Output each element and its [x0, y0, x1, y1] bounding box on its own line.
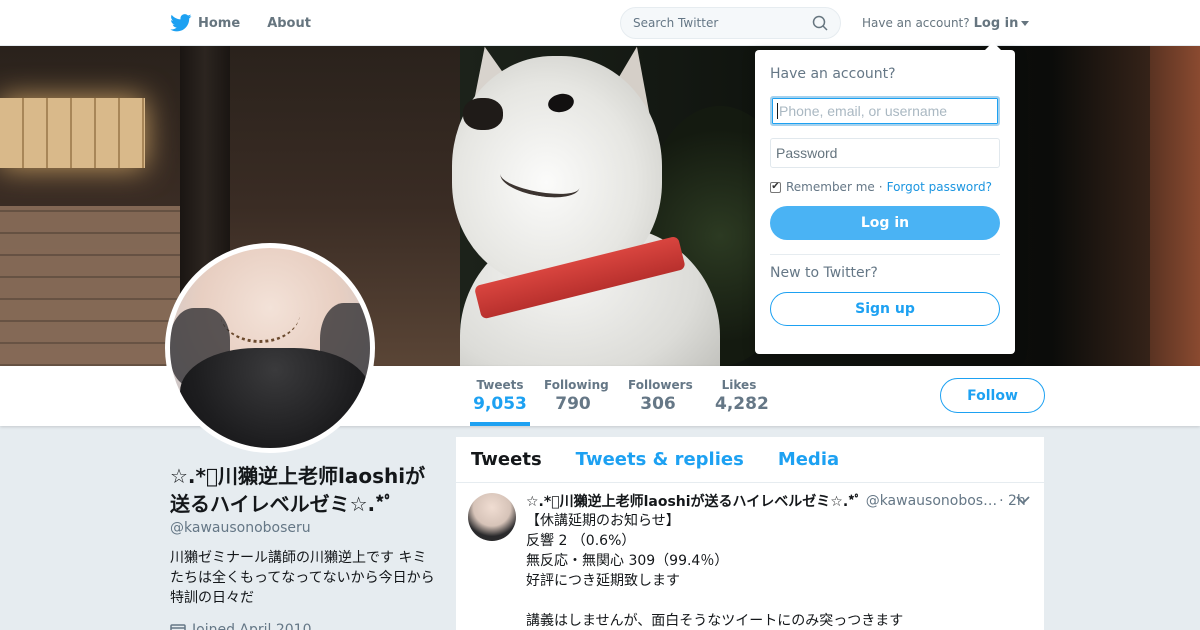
remember-me-label[interactable]: Remember me	[786, 180, 875, 194]
stat-label: Likes	[721, 378, 757, 392]
stat-label: Following	[544, 378, 609, 392]
stat-value: 790	[555, 394, 591, 414]
profile-joined: Joined April 2010	[170, 622, 435, 630]
separator-dot: ·	[878, 180, 883, 194]
tweet-line: 講義はしませんが、面白そうなツイートにのみ突っつきます	[526, 613, 904, 629]
search-input[interactable]: Search Twitter	[620, 7, 841, 39]
password-placeholder: Password	[776, 145, 838, 161]
tweet-line: 反響 2 （0.6%）	[526, 533, 636, 549]
nav-about-label: About	[267, 15, 311, 31]
profile-bio: 川獺ゼミナール講師の川獺逆上です キミたちは全くもってなってないから今日から特訓…	[170, 550, 435, 606]
tweet-line: 【休講延期のお知らせ】	[526, 513, 680, 529]
stat-following[interactable]: Following 790	[544, 366, 609, 426]
nav-home-label: Home	[198, 15, 241, 31]
stat-likes[interactable]: Likes 4,282	[715, 366, 769, 426]
timeline: Tweets Tweets & replies Media ☆.*ﾟ川獺逆上老师…	[456, 437, 1044, 630]
have-account-text: Have an account?	[862, 16, 970, 30]
tweet-text: 【休講延期のお知らせ】 反響 2 （0.6%） 無反応・無関心 309（99.4…	[526, 511, 1032, 630]
tweet-author-handle[interactable]: @kawausonobos…	[866, 493, 997, 509]
divider	[770, 254, 1000, 255]
tweet-header: ☆.*ﾟ川獺逆上老师laoshiが送るハイレベルゼミ☆.*ﾟ @kawauson…	[526, 491, 1032, 511]
stat-value: 4,282	[715, 394, 769, 414]
follow-button[interactable]: Follow	[940, 378, 1045, 413]
login-dropdown-title: Have an account?	[770, 66, 896, 82]
profile-joined-text: Joined April 2010	[192, 622, 312, 630]
forgot-password-link[interactable]: Forgot password?	[887, 180, 992, 194]
tweet-line: 無反応・無関心 309（99.4％）	[526, 553, 729, 569]
stat-label: Tweets	[476, 378, 524, 392]
caret-down-icon	[1021, 20, 1030, 26]
login-link-label: Log in	[973, 15, 1019, 31]
search-icon[interactable]	[812, 15, 828, 31]
chevron-down-icon[interactable]	[1016, 495, 1030, 505]
profile-avatar[interactable]	[165, 243, 375, 453]
stat-value: 306	[640, 394, 676, 414]
stat-followers[interactable]: Followers 306	[628, 366, 693, 426]
username-placeholder: Phone, email, or username	[779, 103, 948, 119]
new-to-twitter-label: New to Twitter?	[770, 265, 878, 281]
tweet[interactable]: ☆.*ﾟ川獺逆上老师laoshiが送るハイレベルゼミ☆.*ﾟ @kawauson…	[456, 483, 1044, 630]
login-dropdown: Have an account? Phone, email, or userna…	[755, 42, 1015, 354]
calendar-icon	[170, 624, 186, 630]
timeline-tabs: Tweets Tweets & replies Media	[456, 437, 1044, 483]
tab-media[interactable]: Media	[778, 449, 839, 470]
tab-tweets[interactable]: Tweets	[471, 449, 542, 470]
nav-left: Home About	[170, 0, 338, 46]
search-placeholder: Search Twitter	[633, 16, 719, 30]
password-field[interactable]: Password	[770, 138, 1000, 168]
tweet-line	[526, 591, 1032, 611]
profile-display-name[interactable]: ☆.*ﾟ川獺逆上老师laoshiが送るハイレベルゼミ☆.*ﾟ	[170, 462, 435, 518]
login-dropdown-toggle[interactable]: Log in	[974, 16, 1030, 31]
text-cursor	[777, 103, 778, 119]
signup-button[interactable]: Sign up	[770, 292, 1000, 326]
profile-handle[interactable]: @kawausonoboseru	[170, 520, 435, 536]
remember-me-checkbox[interactable]: ✔	[770, 181, 781, 193]
profile-card: ☆.*ﾟ川獺逆上老师laoshiが送るハイレベルゼミ☆.*ﾟ @kawauson…	[170, 462, 435, 630]
nav-about[interactable]: About	[267, 0, 311, 46]
remember-me-row: ✔ Remember me · Forgot password?	[770, 180, 1000, 194]
stat-tweets[interactable]: Tweets 9,053	[470, 366, 530, 426]
nav-home[interactable]: Home	[170, 0, 240, 46]
stat-label: Followers	[628, 378, 693, 392]
tweet-author-name[interactable]: ☆.*ﾟ川獺逆上老师laoshiが送るハイレベルゼミ☆.*ﾟ	[526, 491, 862, 511]
have-account-area: Have an account? Log in	[862, 0, 1030, 46]
stat-value: 9,053	[473, 394, 527, 414]
username-field[interactable]: Phone, email, or username	[770, 96, 1000, 126]
login-button[interactable]: Log in	[770, 206, 1000, 240]
twitter-bird-icon	[170, 14, 192, 32]
top-nav: Home About Search Twitter Have an accoun…	[0, 0, 1200, 46]
tweet-line: 好評につき延期致します	[526, 573, 680, 589]
tab-tweets-replies[interactable]: Tweets & replies	[576, 449, 744, 470]
tweet-avatar[interactable]	[468, 493, 516, 541]
